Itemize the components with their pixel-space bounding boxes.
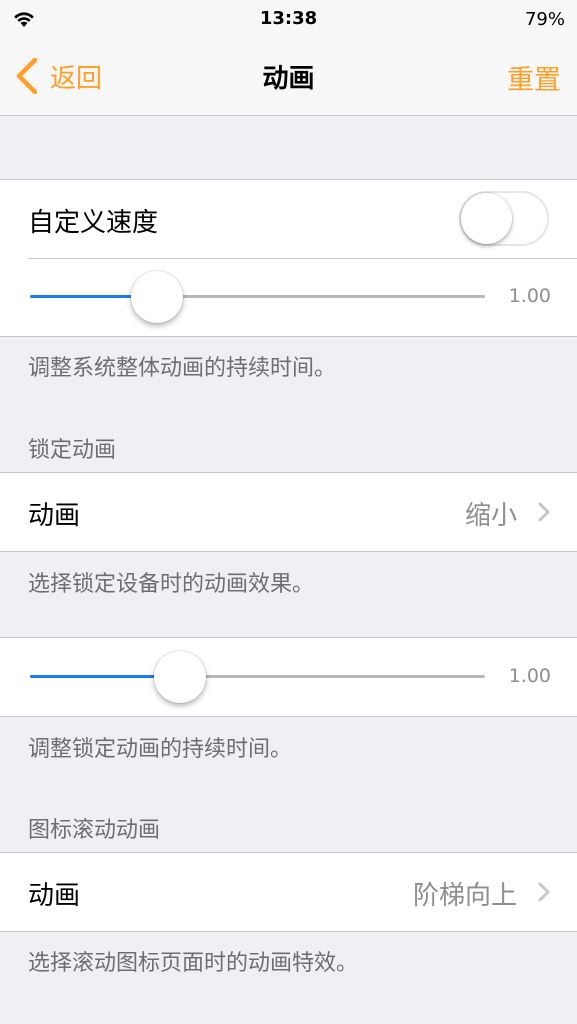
custom-speed-footer: 调整系统整体动画的持续时间。 xyxy=(28,356,337,381)
chevron-left-icon xyxy=(16,57,38,95)
lock-duration-group: 1.00 xyxy=(0,637,577,717)
icon-scroll-footer: 选择滚动图标页面时的动画特效。 xyxy=(28,951,359,976)
icon-scroll-animation-row[interactable]: 动画 阶梯向上 xyxy=(0,853,577,931)
lock-duration-slider-row: 1.00 xyxy=(0,638,577,716)
icon-scroll-animation-value: 阶梯向上 xyxy=(412,881,517,911)
speed-slider[interactable] xyxy=(30,258,485,336)
custom-speed-label: 自定义速度 xyxy=(28,208,159,238)
back-label: 返回 xyxy=(50,63,103,94)
chevron-right-icon xyxy=(538,502,550,522)
lock-duration-footer: 调整锁定动画的持续时间。 xyxy=(28,737,293,762)
reset-button[interactable]: 重置 xyxy=(507,58,561,97)
icon-scroll-header: 图标滚动动画 xyxy=(28,818,161,843)
custom-speed-row: 自定义速度 xyxy=(0,180,577,258)
chevron-right-icon xyxy=(538,882,550,902)
lock-animation-header: 锁定动画 xyxy=(28,438,117,463)
wifi-icon xyxy=(12,0,72,38)
lock-duration-slider[interactable] xyxy=(30,638,485,716)
speed-slider-row: 1.00 xyxy=(0,258,577,336)
icon-scroll-animation-label: 动画 xyxy=(28,881,81,911)
lock-animation-row[interactable]: 动画 缩小 xyxy=(0,473,577,551)
icon-scroll-group: 动画 阶梯向上 xyxy=(0,852,577,932)
lock-animation-value: 缩小 xyxy=(464,501,517,531)
toggle-knob xyxy=(461,193,512,244)
slider-thumb[interactable] xyxy=(154,651,207,703)
lock-animation-label: 动画 xyxy=(28,501,81,531)
battery-percentage: 79% xyxy=(524,8,565,30)
lock-animation-footer: 选择锁定设备时的动画效果。 xyxy=(28,572,315,597)
speed-slider-value: 1.00 xyxy=(508,285,551,307)
animation-settings-page: 79% 13:38 返回 动画 重置 自定义速度 1.00 调整系统整体动画的持… xyxy=(0,0,577,1024)
lock-duration-slider-value: 1.00 xyxy=(508,665,551,687)
custom-speed-group: 自定义速度 1.00 xyxy=(0,179,577,337)
slider-thumb[interactable] xyxy=(131,271,184,323)
status-bar: 79% xyxy=(0,0,577,38)
custom-speed-toggle[interactable] xyxy=(459,191,549,246)
lock-animation-group: 动画 缩小 xyxy=(0,472,577,552)
back-button[interactable]: 返回 xyxy=(14,56,102,96)
navigation-bar: 返回 动画 重置 xyxy=(0,38,577,116)
